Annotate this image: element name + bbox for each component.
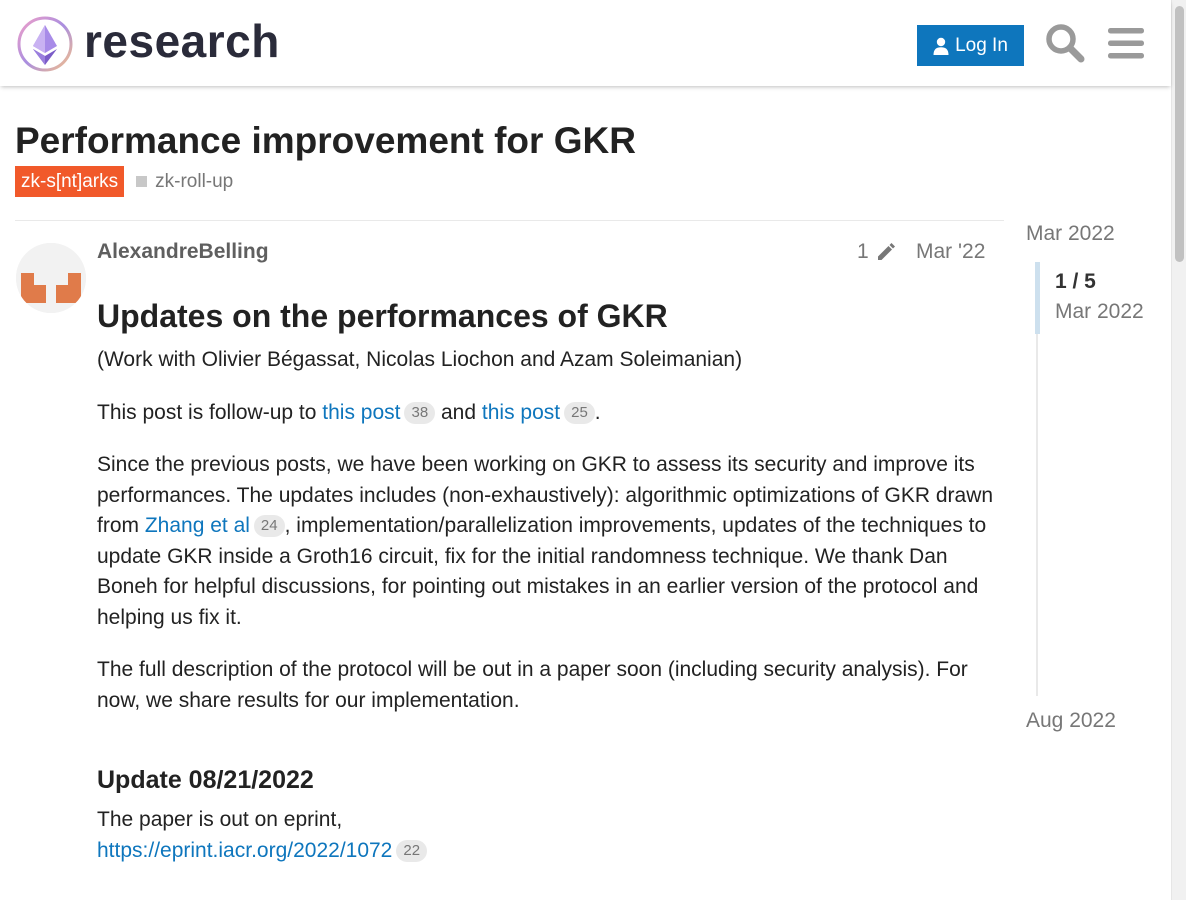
site-logo[interactable]: research [16, 15, 280, 73]
link-click-count: 24 [253, 515, 285, 537]
link-zhang-et-al[interactable]: Zhang et al [145, 514, 250, 537]
post-date[interactable]: Mar '22 [916, 240, 985, 264]
post-paragraph: (Work with Olivier Bégassat, Nicolas Lio… [97, 348, 743, 371]
pencil-icon [877, 243, 895, 260]
ethereum-research-logo-icon [17, 16, 73, 72]
post-username[interactable]: AlexandreBelling [97, 240, 269, 264]
timeline-handle[interactable] [1035, 262, 1040, 334]
tag-square-icon [136, 176, 148, 187]
post-paragraph: The paper is out on eprint, https://epri… [97, 805, 997, 866]
link-this-post[interactable]: this post [482, 401, 560, 424]
user-icon [933, 37, 949, 55]
post-heading: Updates on the performances of GKR [97, 298, 668, 334]
edit-history[interactable]: 1 [857, 240, 897, 264]
post-body: Updates on the performances of GKR (Work… [97, 296, 997, 866]
post-paragraph: The full description of the protocol wil… [97, 658, 968, 712]
topic-title[interactable]: Performance improvement for GKR [15, 118, 636, 164]
login-button[interactable]: Log In [917, 25, 1024, 66]
link-click-count: 25 [564, 401, 595, 424]
category-badge[interactable]: zk-s[nt]arks [15, 166, 125, 197]
timeline-position-date: Mar 2022 [1055, 300, 1144, 323]
topic-tags: zk-s[nt]arks zk-roll-up [15, 166, 233, 197]
timeline-start-date[interactable]: Mar 2022 [1026, 222, 1115, 246]
edit-count: 1 [857, 240, 869, 263]
post-paragraph: This post is follow-up to this post 38 an… [97, 400, 601, 424]
divider [15, 220, 1004, 221]
site-name: research [84, 15, 280, 67]
tag-zk-roll-up[interactable]: zk-roll-up [136, 171, 233, 193]
link-this-post[interactable]: this post [322, 401, 400, 424]
update-heading: Update 08/21/2022 [97, 766, 314, 794]
link-click-count: 22 [396, 839, 428, 862]
search-icon[interactable] [1044, 22, 1086, 64]
site-header: research Log In [0, 0, 1171, 86]
hamburger-menu-icon[interactable] [1105, 22, 1147, 64]
tag-label: zk-roll-up [155, 170, 234, 192]
link-eprint[interactable]: https://eprint.iacr.org/2022/1072 [97, 839, 392, 862]
scrollbar-thumb[interactable] [1175, 6, 1184, 262]
login-label: Log In [955, 34, 1008, 56]
post-paragraph: Since the previous posts, we have been w… [97, 453, 994, 629]
page-scrollbar[interactable] [1171, 0, 1186, 900]
timeline-end-date[interactable]: Aug 2022 [1026, 709, 1116, 733]
timeline-position: 1 / 5 [1055, 270, 1096, 293]
link-click-count: 38 [404, 401, 436, 424]
avatar[interactable] [16, 243, 86, 313]
user-avatar-icon [16, 243, 86, 313]
